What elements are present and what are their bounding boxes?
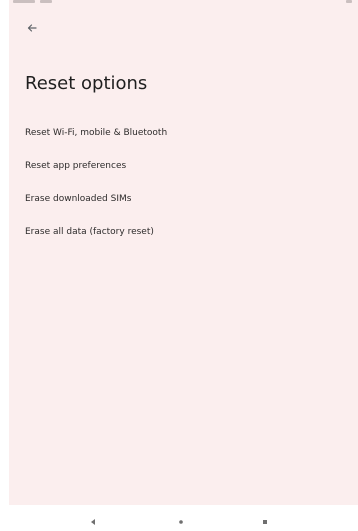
nav-recents-button[interactable] <box>256 513 274 531</box>
system-navigation-bar <box>9 505 358 531</box>
nav-home-button[interactable] <box>172 513 190 531</box>
reset-wifi-mobile-bluetooth-option[interactable]: Reset Wi-Fi, mobile & Bluetooth <box>25 116 345 149</box>
nav-back-icon <box>91 519 95 525</box>
reset-options-list: Reset Wi-Fi, mobile & Bluetooth Reset ap… <box>25 116 345 248</box>
arrow-left-icon <box>27 24 37 32</box>
settings-screen: Reset options Reset Wi-Fi, mobile & Blue… <box>9 0 358 531</box>
erase-all-data-option[interactable]: Erase all data (factory reset) <box>25 215 345 248</box>
page-title: Reset options <box>25 73 148 94</box>
reset-app-preferences-option[interactable]: Reset app preferences <box>25 149 345 182</box>
nav-recents-icon <box>263 520 267 524</box>
erase-downloaded-sims-option[interactable]: Erase downloaded SIMs <box>25 182 345 215</box>
nav-back-button[interactable] <box>84 513 102 531</box>
nav-home-icon <box>179 520 183 524</box>
status-bar <box>9 0 358 6</box>
back-button[interactable] <box>18 14 46 42</box>
